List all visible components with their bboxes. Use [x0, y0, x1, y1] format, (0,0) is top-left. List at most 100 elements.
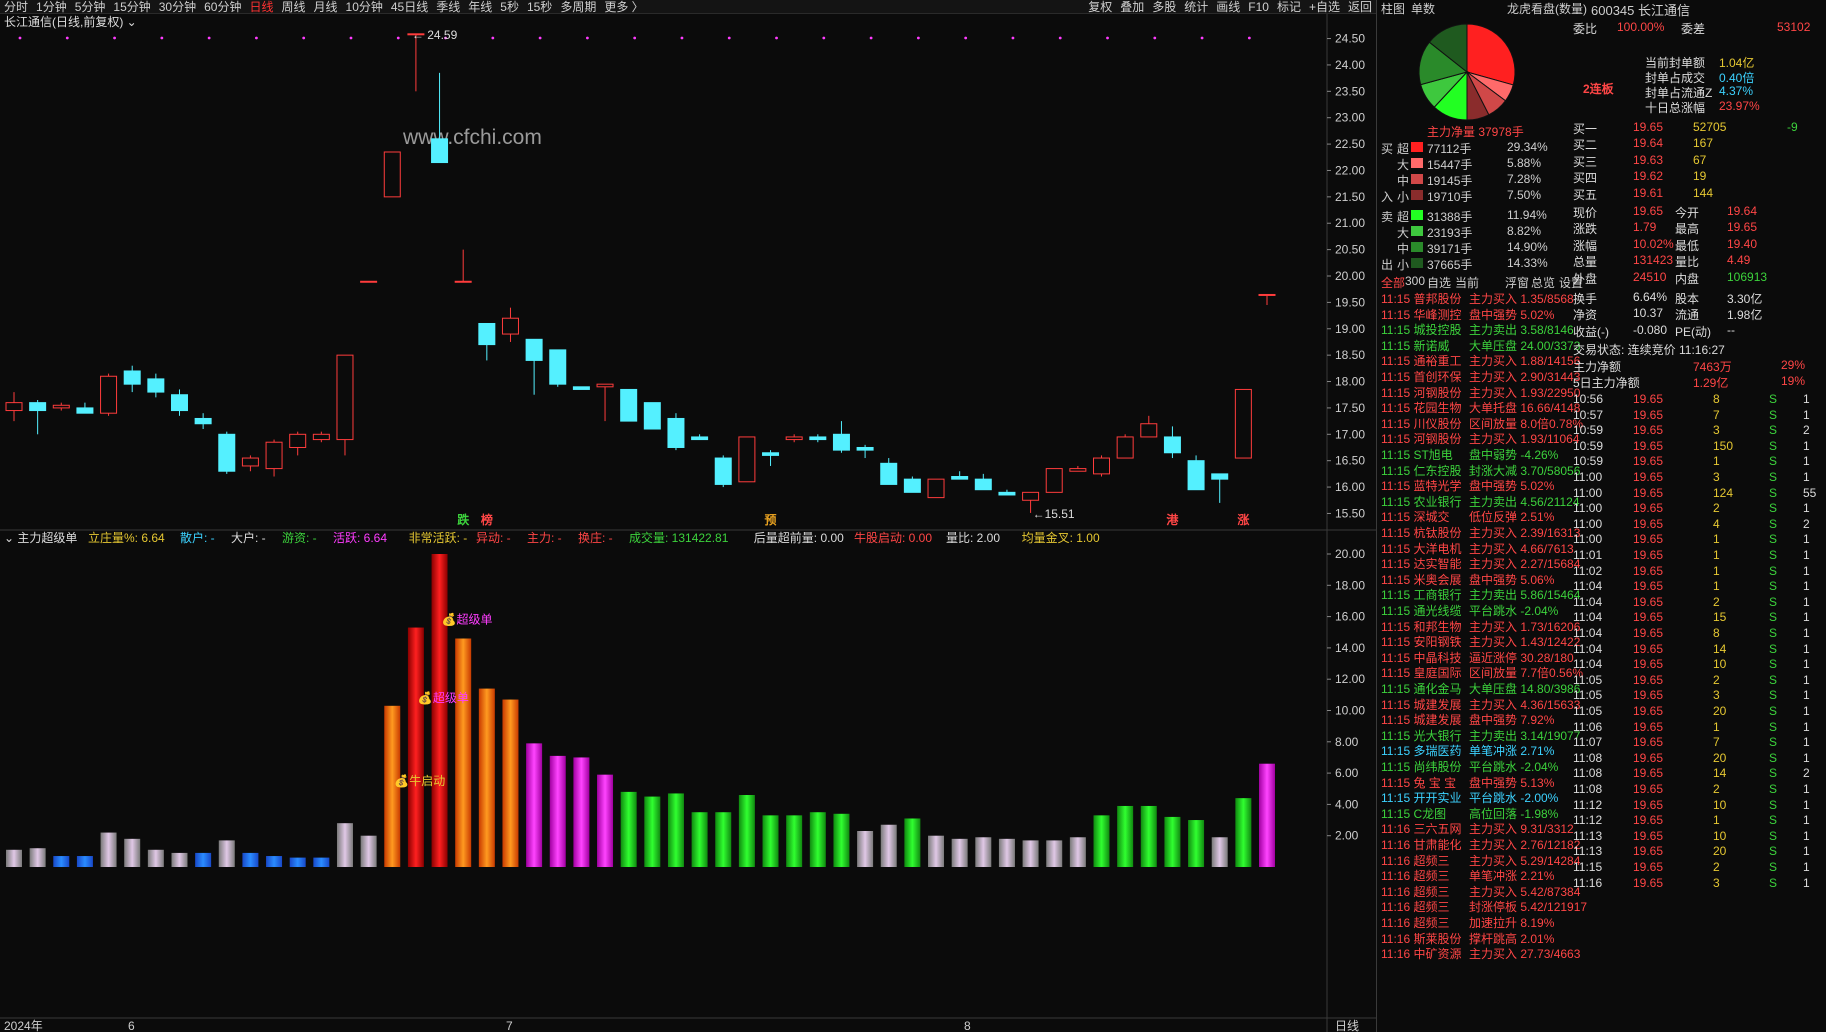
alert-stock[interactable]: 11:15 城建发展 — [1381, 711, 1461, 728]
tool-7[interactable]: +自选 — [1305, 0, 1344, 14]
alert-stock[interactable]: 11:16 斯莱股份 — [1381, 930, 1461, 947]
event-marker[interactable]: 跌 — [457, 512, 470, 527]
alert-stock[interactable]: 11:15 河钢股份 — [1381, 430, 1461, 447]
alert-stock[interactable]: 11:15 花园生物 — [1381, 399, 1461, 416]
alert-stock[interactable]: 11:16 超频三 — [1381, 867, 1449, 884]
alert-event: 主力卖出 4.56/21124 — [1469, 494, 1580, 509]
alert-stock[interactable]: 11:15 尚纬股份 — [1381, 758, 1461, 775]
alert-stock[interactable]: 11:15 多瑞医药 — [1381, 742, 1461, 759]
tool-2[interactable]: 多股 — [1148, 0, 1180, 14]
stat-label: 量比 — [1675, 255, 1700, 270]
period-5[interactable]: 60分钟 — [200, 0, 245, 14]
event-marker[interactable]: 榜 — [481, 512, 493, 527]
event-marker[interactable]: 涨 — [1237, 512, 1249, 527]
candle — [241, 457, 259, 467]
period-11[interactable]: 季线 — [432, 0, 464, 14]
alert-stock[interactable]: 11:16 超频三 — [1381, 883, 1449, 900]
alert-event: 区间放量 7.7倍0.56% — [1469, 666, 1584, 681]
candle — [998, 491, 1016, 496]
alert-stock[interactable]: 11:16 中矿资源 — [1381, 945, 1461, 962]
filter-0[interactable]: 全部 — [1381, 274, 1405, 291]
alert-stock[interactable]: 11:16 超频三 — [1381, 914, 1449, 931]
alert-stock[interactable]: 11:15 工商银行 — [1381, 586, 1461, 603]
alert-stock[interactable]: 11:16 超频三 — [1381, 898, 1449, 915]
tool-5[interactable]: F10 — [1244, 0, 1273, 14]
alert-stock[interactable]: 11:15 通化金马 — [1381, 680, 1461, 697]
tool-3[interactable]: 统计 — [1180, 0, 1212, 14]
tool-0[interactable]: 复权 — [1084, 0, 1116, 14]
period-9[interactable]: 10分钟 — [342, 0, 387, 14]
tick-count: 1 — [1803, 844, 1810, 859]
y-tick: 23.50 — [1335, 84, 1365, 98]
alert-stock[interactable]: 11:15 达实智能 — [1381, 555, 1461, 572]
alert-stock[interactable]: 11:15 首创环保 — [1381, 368, 1461, 385]
kline-chart[interactable]: 长江通信(日线,前复权) ⌄ www.cfchi.com 24.50 24.00 23.… — [0, 14, 1376, 1032]
period-13[interactable]: 5秒 — [496, 0, 523, 14]
volume-bar — [1140, 805, 1157, 867]
volume-bar — [928, 835, 945, 867]
tool-8[interactable]: 返回 — [1344, 0, 1376, 14]
y2-tick: 4.00 — [1335, 797, 1359, 811]
tick-time: 11:04 — [1573, 579, 1603, 594]
filter-4[interactable]: 浮窗 — [1505, 274, 1529, 291]
event-marker[interactable]: 预 — [765, 513, 777, 527]
period-0[interactable]: 分时 — [0, 0, 32, 14]
volume-bar — [715, 812, 732, 867]
alert-stock[interactable]: 11:16 超频三 — [1381, 852, 1449, 869]
alert-stock[interactable]: 11:15 皇庭国际 — [1381, 664, 1461, 681]
alert-stock[interactable]: 11:15 通裕重工 — [1381, 352, 1461, 369]
alert-stock[interactable]: 11:15 城建发展 — [1381, 696, 1461, 713]
period-12[interactable]: 年线 — [464, 0, 496, 14]
alert-stock[interactable]: 11:15 川仪股份 — [1381, 415, 1461, 432]
alert-stock[interactable]: 11:15 ST旭电 — [1381, 446, 1453, 463]
alert-stock[interactable]: 11:15 通光线缆 — [1381, 602, 1461, 619]
filter-3[interactable]: 当前 — [1455, 274, 1479, 291]
period-2[interactable]: 5分钟 — [71, 0, 110, 14]
alert-stock[interactable]: 11:15 光大银行 — [1381, 727, 1461, 744]
alert-stock[interactable]: 11:15 河钢股份 — [1381, 384, 1461, 401]
period-8[interactable]: 月线 — [310, 0, 342, 14]
alert-stock[interactable]: 11:15 农业银行 — [1381, 493, 1461, 510]
alert-stock[interactable]: 11:15 蓝特光学 — [1381, 477, 1461, 494]
alert-stock[interactable]: 11:15 和邦生物 — [1381, 618, 1461, 635]
volume-bar — [1259, 763, 1275, 867]
filter-5[interactable]: 总览 — [1531, 274, 1555, 291]
alert-stock[interactable]: 11:15 深城交 — [1381, 508, 1449, 525]
period-15[interactable]: 多周期 — [556, 0, 600, 14]
period-16[interactable]: 更多 〉 — [600, 0, 647, 14]
alert-stock[interactable]: 11:15 大洋电机 — [1381, 540, 1461, 557]
x-label: 7 — [506, 1019, 513, 1032]
filter-1[interactable]: 300 — [1405, 274, 1425, 288]
flow-amount: 31388手 — [1427, 210, 1473, 224]
filter-2[interactable]: 自选 — [1427, 274, 1451, 291]
period-6[interactable]: 日线 — [245, 0, 277, 14]
alert-stock[interactable]: 11:15 安阳钢铁 — [1381, 633, 1461, 650]
volume-bar — [1069, 837, 1086, 867]
period-3[interactable]: 15分钟 — [109, 0, 154, 14]
tick-price: 19.65 — [1633, 782, 1664, 796]
tool-4[interactable]: 画线 — [1212, 0, 1244, 14]
alert-stock[interactable]: 11:15 普邦股份 — [1381, 290, 1461, 307]
alert-stock[interactable]: 11:15 兔 宝 宝 — [1381, 774, 1456, 791]
alert-stock[interactable]: 11:15 米奥会展 — [1381, 571, 1461, 588]
alert-stock[interactable]: 11:15 新诺威 — [1381, 337, 1449, 354]
period-7[interactable]: 周线 — [277, 0, 309, 14]
period-1[interactable]: 1分钟 — [32, 0, 71, 14]
alert-stock[interactable]: 11:16 甘肃能化 — [1381, 836, 1461, 853]
tool-1[interactable]: 叠加 — [1116, 0, 1148, 14]
tool-6[interactable]: 标记 — [1273, 0, 1305, 14]
alert-stock[interactable]: 11:16 三六五网 — [1381, 820, 1461, 837]
alert-stock[interactable]: 11:15 中晶科技 — [1381, 649, 1461, 666]
period-4[interactable]: 30分钟 — [155, 0, 200, 14]
event-marker[interactable]: 港 — [1166, 512, 1179, 527]
alert-stock[interactable]: 11:15 开开实业 — [1381, 789, 1461, 806]
period-14[interactable]: 15秒 — [523, 0, 556, 14]
alert-stock[interactable]: 11:15 杭钛股份 — [1381, 524, 1461, 541]
alert-stock[interactable]: 11:15 仁东控股 — [1381, 462, 1461, 479]
y-tick: 18.00 — [1335, 375, 1365, 389]
alert-stock[interactable]: 11:15 城投控股 — [1381, 321, 1461, 338]
alert-stock[interactable]: 11:15 华峰测控 — [1381, 306, 1461, 323]
tick-side: S — [1769, 579, 1778, 594]
period-10[interactable]: 45日线 — [387, 0, 432, 14]
alert-stock[interactable]: 11:15 C龙图 — [1381, 805, 1446, 822]
